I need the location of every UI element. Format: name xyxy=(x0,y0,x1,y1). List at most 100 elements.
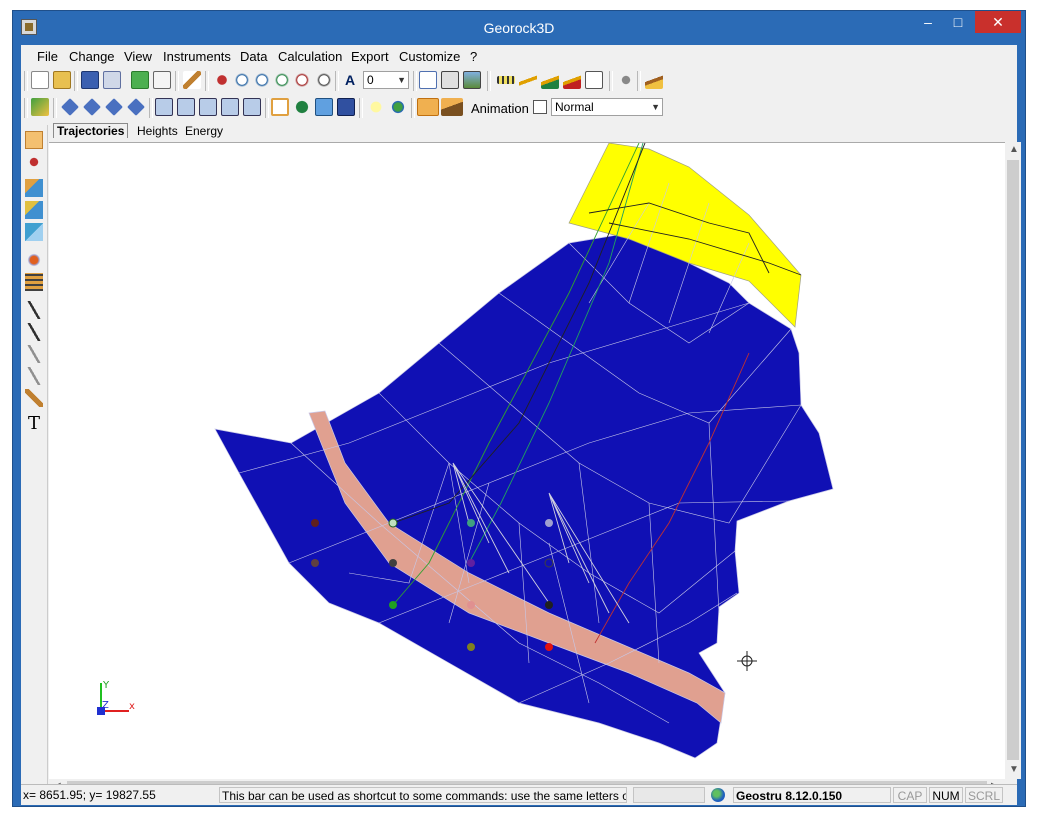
report-icon[interactable] xyxy=(419,71,437,89)
calculator-icon[interactable] xyxy=(441,71,459,89)
slope-model-view[interactable]: Y Z x xyxy=(49,143,1005,780)
copy-icon[interactable] xyxy=(103,71,121,89)
pan-icon[interactable] xyxy=(213,71,231,89)
tab-energy[interactable]: Energy xyxy=(185,124,223,138)
add-profile-icon[interactable] xyxy=(541,71,559,89)
view-front-icon[interactable] xyxy=(83,98,101,116)
toolbar-grip xyxy=(24,71,28,91)
minimize-button[interactable]: – xyxy=(913,11,943,33)
pointer-select-icon[interactable] xyxy=(25,131,43,149)
menu-change[interactable]: Change xyxy=(69,49,115,64)
axis-x-label: x xyxy=(129,701,135,712)
separator xyxy=(175,71,179,91)
blue-cube-icon[interactable] xyxy=(315,98,333,116)
gear-icon[interactable] xyxy=(617,71,635,89)
title-bar[interactable]: Georock3D – □ ✕ xyxy=(13,11,1025,45)
status-product: Geostru 8.12.0.150 xyxy=(733,787,891,803)
menu-file[interactable]: File xyxy=(37,49,58,64)
rock-source-icon[interactable] xyxy=(25,153,43,171)
menu-calculation[interactable]: Calculation xyxy=(278,49,342,64)
vertical-scroll-thumb[interactable] xyxy=(1007,160,1019,760)
ball-animation-icon[interactable] xyxy=(417,98,439,116)
rockfall-icon[interactable] xyxy=(645,71,663,89)
zoom-window-icon[interactable] xyxy=(233,71,251,89)
open-folder-icon[interactable] xyxy=(53,71,71,89)
solid-shade-icon[interactable] xyxy=(293,98,311,116)
zoom-extents-icon[interactable] xyxy=(315,71,333,89)
excel-export-icon[interactable] xyxy=(131,71,149,89)
font-size-icon[interactable]: A xyxy=(341,71,359,89)
menu-customize[interactable]: Customize xyxy=(399,49,460,64)
view-toolbar: Animation Normal ▼ xyxy=(21,95,1017,121)
status-hint: This bar can be used as shortcut to some… xyxy=(219,787,627,803)
axis-y-label: Y xyxy=(102,680,110,691)
lightbulb-icon[interactable] xyxy=(367,98,385,116)
ruler-icon[interactable] xyxy=(497,76,515,84)
run-icon[interactable] xyxy=(31,98,49,116)
rock-point xyxy=(388,518,398,528)
menu-data[interactable]: Data xyxy=(240,49,267,64)
maximize-button[interactable]: □ xyxy=(943,11,973,33)
view-side-icon[interactable] xyxy=(105,98,123,116)
cube-front-icon[interactable] xyxy=(155,98,173,116)
client-area: File Change View Instruments Data Calcul… xyxy=(21,45,1021,805)
delete-profile-icon[interactable] xyxy=(563,71,581,89)
globe-status-icon xyxy=(711,787,731,803)
font-size-combo[interactable]: 0 ▼ xyxy=(363,71,409,89)
close-button[interactable]: ✕ xyxy=(975,11,1021,33)
globe-icon[interactable] xyxy=(389,98,407,116)
menu-export[interactable]: Export xyxy=(351,49,389,64)
cube-left-icon[interactable] xyxy=(177,98,195,116)
rock-point xyxy=(311,519,319,527)
scroll-up-icon[interactable]: ▲ xyxy=(1009,144,1019,155)
dark-cube-icon[interactable] xyxy=(337,98,355,116)
chevron-down-icon: ▼ xyxy=(397,75,406,85)
image-export-icon[interactable] xyxy=(463,71,481,89)
view-top-icon[interactable] xyxy=(61,98,79,116)
arrow-draw-icon[interactable] xyxy=(25,323,43,341)
view-iso-icon[interactable] xyxy=(127,98,145,116)
scroll-down-icon[interactable]: ▼ xyxy=(1009,764,1019,775)
barrier-icon[interactable] xyxy=(25,251,43,269)
wireframe-icon[interactable] xyxy=(271,98,289,116)
status-bar: x= 8651.95; y= 19827.55 This bar can be … xyxy=(21,784,1017,805)
pencil-icon[interactable] xyxy=(25,389,43,407)
vertical-scrollbar[interactable]: ▲ ▼ xyxy=(1005,142,1021,779)
zone-select-icon[interactable] xyxy=(25,223,43,241)
print-preview-icon[interactable] xyxy=(153,71,171,89)
zoom-icon[interactable] xyxy=(253,71,271,89)
chevron-down-icon: ▼ xyxy=(651,102,660,112)
tab-heights[interactable]: Heights xyxy=(137,124,178,138)
save-icon[interactable] xyxy=(81,71,99,89)
separator xyxy=(265,98,269,118)
rock-point xyxy=(389,601,397,609)
animation-checkbox[interactable] xyxy=(533,100,547,114)
menu-view[interactable]: View xyxy=(124,49,152,64)
zoom-in-icon[interactable] xyxy=(273,71,291,89)
animation-mode-select[interactable]: Normal ▼ xyxy=(551,98,663,116)
menu-instruments[interactable]: Instruments xyxy=(163,49,231,64)
text-tool-icon[interactable]: T xyxy=(25,415,43,433)
animation-label: Animation xyxy=(471,101,529,116)
node-edit-icon[interactable] xyxy=(25,345,43,363)
model-canvas[interactable]: Y Z x xyxy=(49,142,1005,780)
line-draw-icon[interactable] xyxy=(25,301,43,319)
new-file-icon[interactable] xyxy=(31,71,49,89)
cube-back-icon[interactable] xyxy=(221,98,239,116)
chart-profile-icon[interactable] xyxy=(585,71,603,89)
menu-help[interactable]: ? xyxy=(470,49,477,64)
cube-bottom-icon[interactable] xyxy=(243,98,261,116)
tab-trajectories[interactable]: Trajectories xyxy=(53,123,129,138)
node-delete-icon[interactable] xyxy=(25,367,43,385)
cube-right-icon[interactable] xyxy=(199,98,217,116)
net-icon[interactable] xyxy=(25,273,43,291)
pencil-edit-icon[interactable] xyxy=(183,71,201,89)
rock-point xyxy=(467,519,475,527)
window-title: Georock3D xyxy=(483,20,555,36)
zone-edit-icon[interactable] xyxy=(25,201,43,219)
zoom-out-icon[interactable] xyxy=(293,71,311,89)
slope-animation-icon[interactable] xyxy=(441,98,463,116)
profile-icon[interactable] xyxy=(519,71,537,89)
paint-zone-icon[interactable] xyxy=(25,179,43,197)
view-tabs: Trajectories Heights Energy xyxy=(49,123,1017,139)
